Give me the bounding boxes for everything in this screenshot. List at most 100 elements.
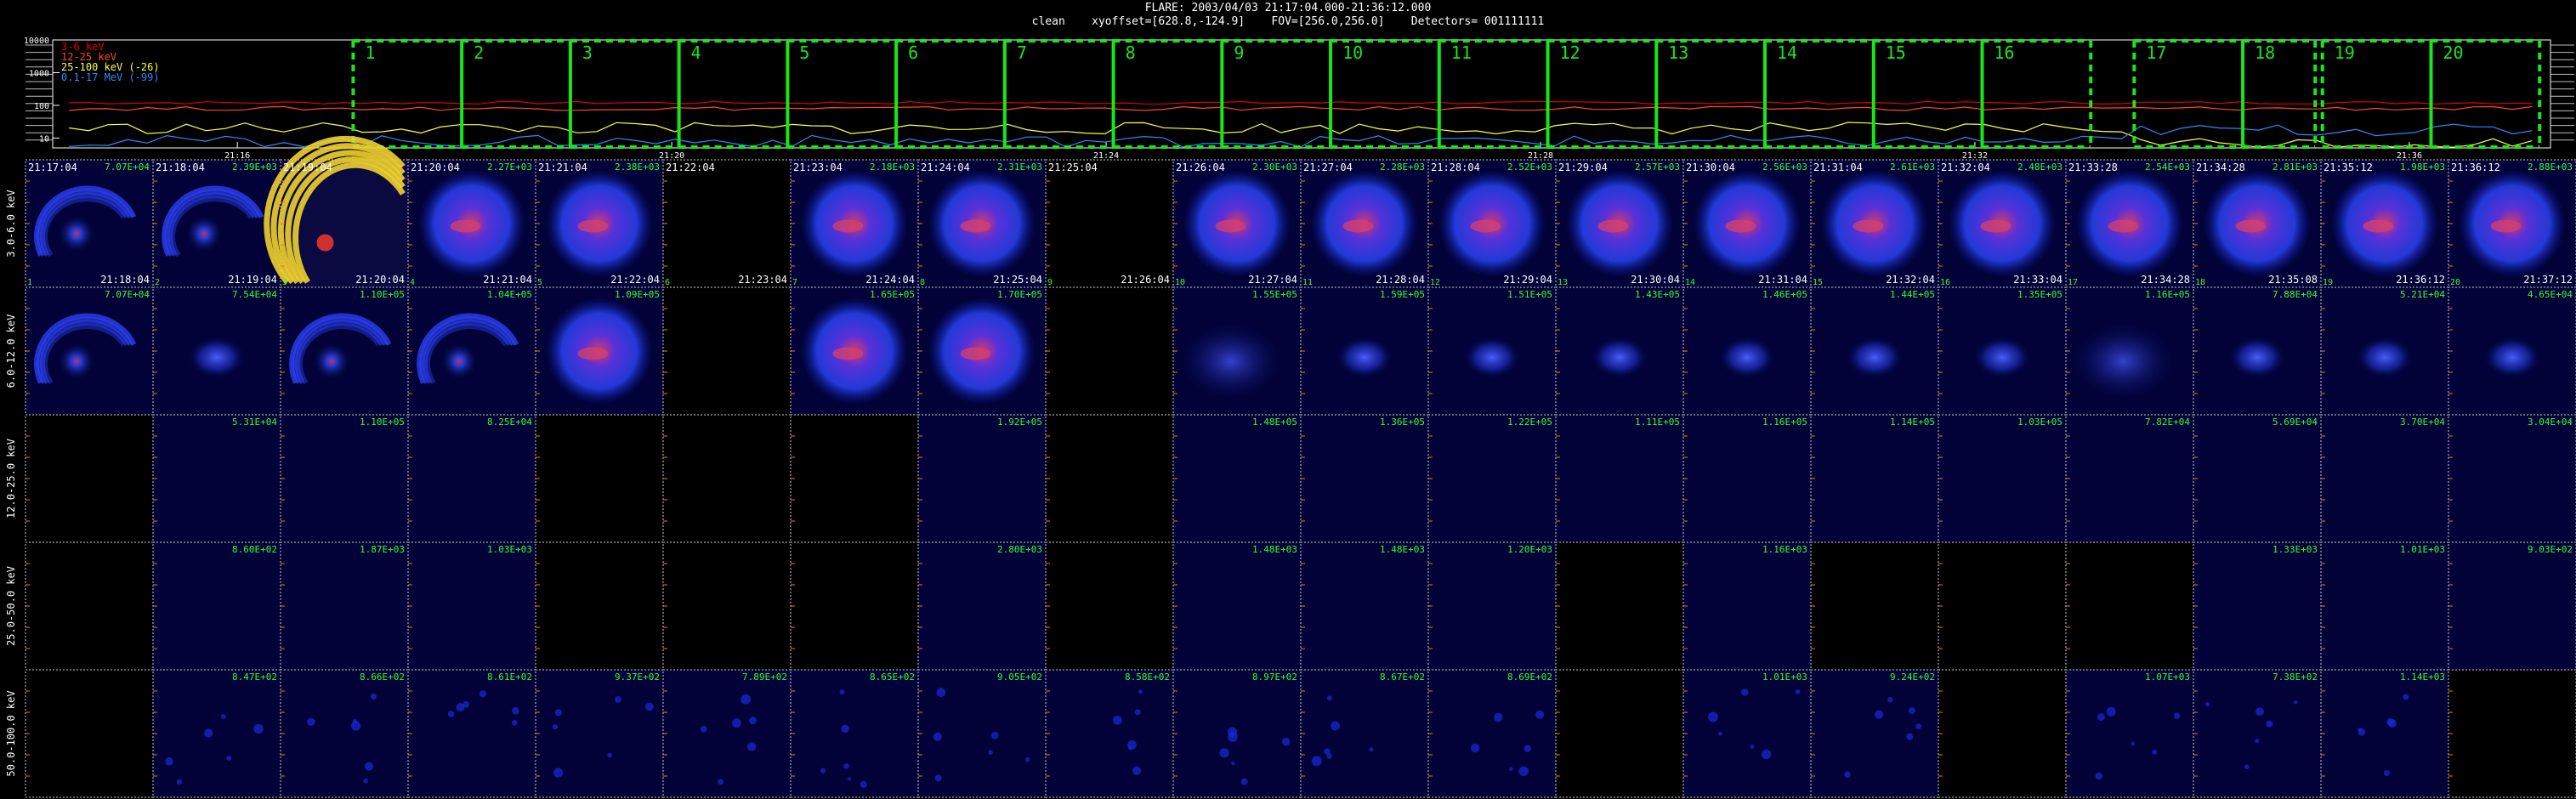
image-cell: [2193, 414, 2322, 543]
peak-value-label: 1.14E+03: [2400, 672, 2445, 683]
peak-value-label: 7.07E+04: [105, 162, 150, 173]
noise-speck: [1875, 710, 1884, 719]
source-core: [960, 219, 991, 233]
column-index-label: 7: [792, 278, 797, 287]
image-cell: [1045, 159, 1174, 288]
faint-source: [2229, 337, 2285, 378]
start-time-label: 21:20:04: [411, 162, 460, 173]
faint-source: [1974, 337, 2030, 378]
image-cell: [1938, 414, 2067, 543]
peak-value-label: 1.70E+05: [997, 289, 1042, 300]
peak-value-label: 4.65E+04: [2528, 289, 2573, 300]
start-time-label: 21:31:04: [1813, 162, 1863, 173]
noise-speck: [1908, 707, 1915, 715]
image-cell: [25, 414, 154, 543]
noise-speck: [364, 762, 374, 771]
noise-speck: [552, 724, 558, 730]
peak-value-label: 2.57E+03: [1635, 162, 1680, 173]
end-time-label: 21:32:04: [1886, 274, 1935, 286]
noise-speck: [732, 718, 741, 728]
end-time-label: 21:35:08: [2268, 274, 2318, 286]
source-core: [832, 219, 864, 233]
image-cell: [1682, 669, 1812, 798]
source-core: [186, 216, 222, 252]
column-index-label: 15: [1813, 278, 1823, 287]
end-time-label: 21:18:04: [100, 274, 150, 286]
noise-speck: [1231, 761, 1235, 766]
start-time-label: 21:29:04: [1558, 162, 1608, 173]
start-time-label: 21:33:28: [2068, 162, 2118, 173]
peak-value-label: 1.01E+03: [1762, 672, 1807, 683]
noise-speck: [220, 714, 226, 719]
noise-speck: [2097, 713, 2105, 722]
end-time-label: 21:19:04: [228, 274, 277, 286]
image-cell: [790, 541, 919, 671]
noise-speck: [226, 755, 232, 761]
image-cell: [1045, 414, 1174, 543]
noise-speck: [860, 780, 867, 788]
column-index-label: 16: [1940, 278, 1950, 287]
diffuse-source: [2072, 323, 2175, 400]
peak-value-label: 1.16E+05: [2145, 289, 2190, 300]
start-time-label: 21:23:04: [793, 162, 843, 173]
start-time-label: 21:25:04: [1048, 162, 1098, 173]
source-core: [1597, 219, 1629, 233]
noise-speck: [2131, 741, 2136, 746]
noise-speck: [1509, 767, 1513, 771]
noise-speck: [749, 717, 757, 725]
image-cell: [2065, 541, 2194, 671]
noise-speck: [1887, 697, 1893, 703]
image-cell: [2320, 669, 2449, 798]
noise-speck: [820, 768, 826, 774]
noise-speck: [936, 688, 946, 698]
end-time-label: 21:30:04: [1631, 274, 1680, 286]
end-time-label: 21:21:04: [483, 274, 532, 286]
noise-speck: [512, 706, 519, 715]
image-cell: [535, 541, 664, 671]
image-cell: [1555, 669, 1684, 798]
noise-speck: [990, 731, 999, 740]
end-time-label: 21:23:04: [738, 274, 787, 286]
column-index-label: 2: [155, 278, 160, 287]
end-time-label: 21:20:04: [355, 274, 405, 286]
faint-source: [1336, 337, 1393, 378]
start-time-label: 21:36:12: [2451, 162, 2500, 173]
column-index-label: 5: [537, 278, 542, 287]
noise-speck: [718, 779, 724, 785]
peak-value-label: 7.38E+02: [2272, 672, 2318, 683]
noise-speck: [607, 752, 613, 758]
noise-speck: [747, 742, 757, 751]
image-cell: [790, 669, 919, 798]
image-cell: [1938, 669, 2067, 798]
noise-speck: [1326, 695, 1332, 701]
noise-speck: [363, 779, 369, 784]
image-cell: [2448, 669, 2576, 798]
peak-value-label: 1.44E+05: [1890, 289, 1935, 300]
peak-value-label: 1.98E+03: [2400, 162, 2445, 173]
peak-value-label: 5.31E+04: [232, 416, 277, 428]
peak-value-label: 8.61E+02: [487, 672, 532, 683]
noise-speck: [204, 728, 213, 738]
peak-value-label: 1.16E+03: [1762, 544, 1807, 555]
image-cell: [2448, 414, 2576, 543]
image-cell: [1300, 669, 1429, 798]
image-cell: [1810, 669, 1939, 798]
column-index-label: 13: [1558, 278, 1568, 287]
image-cell: [1045, 286, 1174, 416]
column-index-label: 4: [410, 278, 415, 287]
noise-speck: [1470, 743, 1480, 753]
peak-value-label: 2.54E+03: [2145, 162, 2190, 173]
column-index-label: 1: [27, 278, 32, 287]
start-time-label: 21:34:28: [2196, 162, 2245, 173]
column-index-label: 8: [920, 278, 925, 287]
source-core: [441, 343, 477, 379]
peak-value-label: 2.31E+03: [997, 162, 1042, 173]
row-label: 25.0-50.0 keV: [5, 566, 17, 646]
source-core: [2490, 219, 2522, 233]
image-cell: [407, 669, 536, 798]
peak-value-label: 1.33E+03: [2272, 544, 2318, 555]
column-index-label: 3: [282, 278, 287, 287]
noise-speck: [447, 711, 455, 717]
image-cell: [2193, 669, 2322, 798]
peak-value-label: 7.54E+04: [232, 289, 277, 300]
